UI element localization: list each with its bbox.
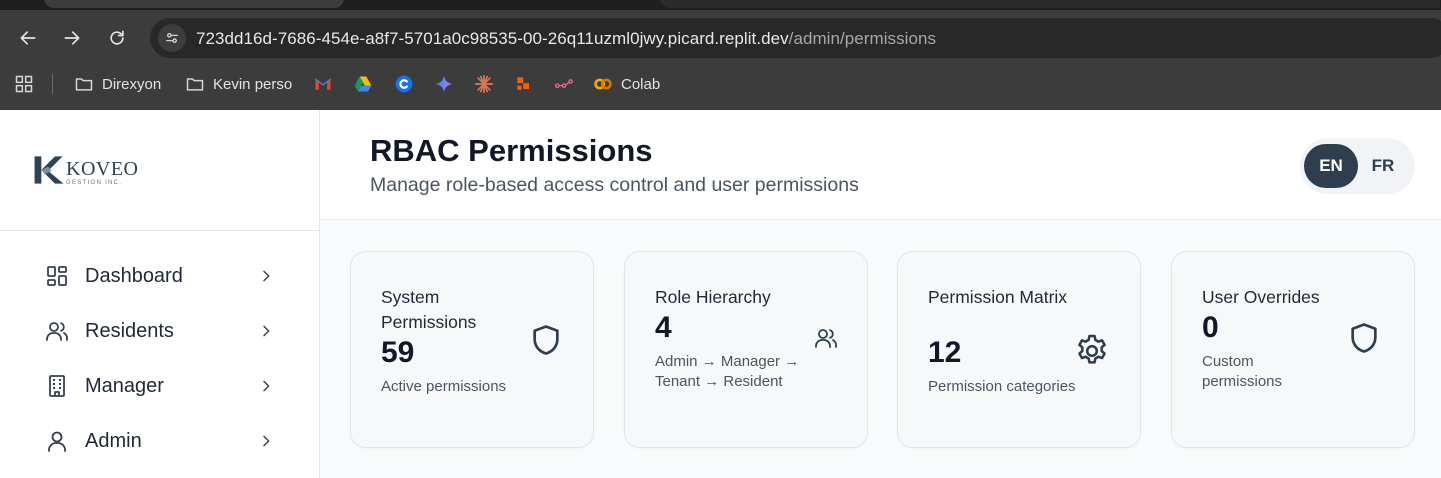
address-bar[interactable]: 723dd16d-7686-454e-a8f7-5701a0c98535-00-… <box>150 18 1441 58</box>
page-subtitle: Manage role-based access control and use… <box>370 174 859 196</box>
tab-strip-background <box>660 0 1440 8</box>
dashboard-icon <box>44 263 70 289</box>
sparkle-icon <box>435 75 453 93</box>
card-title: User Overrides <box>1202 287 1320 307</box>
language-fr-button[interactable]: FR <box>1356 144 1410 188</box>
sidebar-item-label: Admin <box>85 429 142 452</box>
stat-card-role-hierarchy: Role Hierarchy 4 Admin → Manager → Tenan… <box>624 251 868 448</box>
bookmarks-bar: Direxyon Kevin perso Colab <box>0 66 1441 110</box>
tune-icon <box>166 33 178 43</box>
brand-name: KOVEO <box>66 158 139 180</box>
stat-card-user-overrides: User Overrides 0 Custom permissions <box>1171 251 1415 448</box>
tab-strip <box>0 0 1441 10</box>
bookmark-c[interactable] <box>394 66 414 102</box>
page-header: RBAC Permissions Manage role-based acces… <box>320 110 1441 220</box>
card-title: Permission Matrix <box>928 287 1068 307</box>
language-en-button[interactable]: EN <box>1304 144 1358 188</box>
bookmark-graph[interactable] <box>554 66 574 102</box>
main-content: RBAC Permissions Manage role-based acces… <box>320 110 1441 478</box>
chevron-right-icon <box>263 380 270 392</box>
bookmark-gmail[interactable] <box>313 66 333 102</box>
arrow-right-icon <box>64 31 80 45</box>
apps-button[interactable] <box>14 66 34 102</box>
card-description: Custom permissions <box>1202 353 1283 390</box>
card-description: Active permissions <box>381 378 507 395</box>
folder-icon <box>75 78 93 91</box>
users-icon <box>44 318 70 344</box>
shield-icon <box>533 325 559 355</box>
bookmark-sparkle[interactable] <box>434 66 454 102</box>
bookmark-kevin-perso[interactable]: Kevin perso <box>185 66 292 102</box>
drive-icon <box>354 76 372 92</box>
koveo-k-mark-icon <box>34 156 64 184</box>
blocks-icon <box>517 77 529 90</box>
card-value: 12 <box>928 336 962 369</box>
bookmarks-separator <box>52 74 53 94</box>
arrow-left-icon <box>20 31 36 45</box>
url-path: /admin/permissions <box>788 29 937 48</box>
page-title: RBAC Permissions <box>370 133 653 168</box>
sidebar-item-manager[interactable]: Manager <box>44 366 274 406</box>
back-button[interactable] <box>12 22 44 54</box>
card-title: System Permissions <box>381 287 477 332</box>
bookmark-direxyon[interactable]: Direxyon <box>74 66 161 102</box>
card-value: 4 <box>655 311 672 344</box>
stat-card-system-permissions: System Permissions 59 Active permissions <box>350 251 594 448</box>
users-icon <box>815 329 837 348</box>
bookmark-drive[interactable] <box>353 66 373 102</box>
bookmark-label: Kevin perso <box>213 75 293 93</box>
graph-icon <box>555 79 573 88</box>
folder-icon <box>186 78 204 91</box>
gear-icon <box>1078 334 1106 364</box>
stat-card-permission-matrix: Permission Matrix 12 Permission categori… <box>897 251 1141 448</box>
bookmark-burst[interactable] <box>474 66 494 102</box>
site-info-button[interactable] <box>158 24 186 52</box>
user-icon <box>44 428 70 454</box>
bookmark-label: Colab <box>621 75 661 93</box>
reload-icon <box>110 30 124 45</box>
shield-icon <box>1351 323 1377 353</box>
colab-icon <box>594 78 612 90</box>
card-description: Admin → Manager → Tenant → Resident <box>655 353 800 390</box>
bookmark-label: Direxyon <box>102 75 162 93</box>
sidebar-item-residents[interactable]: Residents <box>44 311 274 351</box>
building-icon <box>44 373 70 399</box>
browser-toolbar: 723dd16d-7686-454e-a8f7-5701a0c98535-00-… <box>0 10 1441 66</box>
language-switcher: EN FR <box>1300 138 1415 194</box>
sidebar-divider <box>0 230 319 231</box>
forward-button[interactable] <box>56 22 88 54</box>
sidebar-item-label: Manager <box>85 374 164 397</box>
sidebar-item-dashboard[interactable]: Dashboard <box>44 256 274 296</box>
card-title: Role Hierarchy <box>655 287 771 307</box>
sidebar-item-label: Residents <box>85 319 174 342</box>
chevron-right-icon <box>263 270 270 282</box>
chevron-right-icon <box>263 435 270 447</box>
gmail-icon <box>315 78 331 90</box>
brand-tagline: GESTION INC. <box>66 180 123 186</box>
card-description: Permission categories <box>928 378 1076 395</box>
sidebar-item-label: Dashboard <box>85 264 183 287</box>
chevron-right-icon <box>263 325 270 337</box>
burst-icon <box>474 74 494 94</box>
url-text: 723dd16d-7686-454e-a8f7-5701a0c98535-00-… <box>196 29 936 49</box>
card-value: 59 <box>381 336 415 369</box>
reload-button[interactable] <box>101 22 133 54</box>
bookmark-blocks[interactable] <box>514 66 534 102</box>
active-tab[interactable] <box>44 0 344 8</box>
c-icon <box>395 75 413 93</box>
url-host: 723dd16d-7686-454e-a8f7-5701a0c98535-00-… <box>196 29 789 48</box>
apps-grid-icon <box>15 75 33 93</box>
bookmark-colab[interactable]: Colab <box>593 66 660 102</box>
sidebar-item-admin[interactable]: Admin <box>44 421 274 461</box>
card-value: 0 <box>1202 311 1219 344</box>
sidebar: KOVEO GESTION INC. Dashboard Residents M… <box>0 110 320 478</box>
